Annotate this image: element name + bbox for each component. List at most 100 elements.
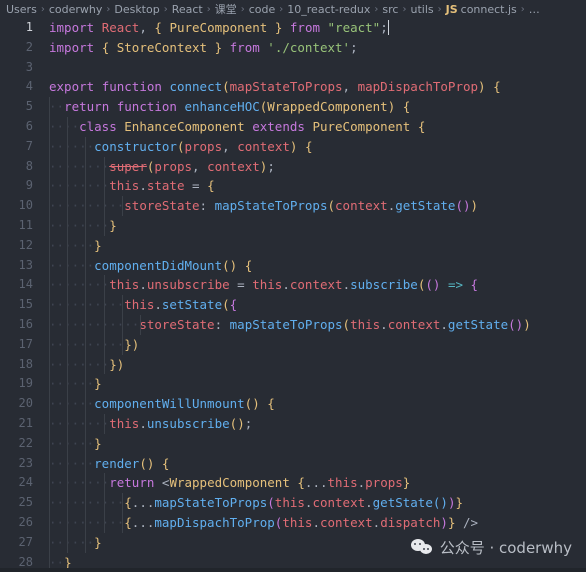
breadcrumb-item-src[interactable]: src — [382, 3, 398, 16]
code-token: ) — [470, 198, 479, 214]
code-line[interactable]: 11 ········} — [0, 215, 586, 236]
code-token: function — [116, 99, 177, 115]
breadcrumb-item-coderwhy[interactable]: coderwhy — [49, 3, 103, 16]
code-line[interactable]: 21 ········this.unsubscribe(); — [0, 413, 586, 434]
code-token: this — [252, 277, 283, 293]
code-token: { — [124, 495, 132, 511]
code-line-content: ············storeState: mapStateToProps(… — [44, 314, 586, 335]
line-number: 16 — [18, 316, 33, 331]
code-line[interactable]: 3 — [0, 58, 586, 78]
breadcrumb-item-code[interactable]: code — [249, 3, 276, 16]
code-token: . — [357, 475, 366, 491]
code-line[interactable]: 19 ······} — [0, 374, 586, 395]
breadcrumb-separator: › — [106, 3, 111, 15]
code-line[interactable]: 16 ············storeState: mapStateToProp… — [0, 314, 586, 335]
line-number: 13 — [18, 257, 33, 272]
code-line[interactable]: 10 ··········storeState: mapStateToProps(… — [0, 196, 586, 216]
code-line[interactable]: 23 ······render() { — [0, 453, 586, 474]
code-token: EnhanceComponent — [124, 118, 245, 134]
code-token: { — [124, 514, 132, 530]
code-token: { — [304, 138, 313, 154]
whitespace-marker: ······ — [49, 435, 95, 451]
breadcrumb-item-utils[interactable]: utils — [410, 3, 433, 16]
code-token: PureComponent — [169, 20, 268, 35]
code-token: enhanceHOC — [184, 99, 260, 115]
code-line[interactable]: 5 ··return function enhanceHOC(WrappedCom… — [0, 97, 586, 117]
line-number: 26 — [18, 514, 33, 529]
breadcrumb-item-users[interactable]: Users — [6, 3, 37, 16]
line-number: 8 — [25, 158, 33, 173]
line-number: 22 — [18, 435, 33, 450]
code-line[interactable]: 15 ··········this.setState({ — [0, 295, 586, 315]
code-token: context — [335, 198, 388, 214]
code-line[interactable]: 2 import { StoreContext } from './context… — [0, 38, 586, 58]
code-line[interactable]: 22 ······} — [0, 433, 586, 454]
watermark: 公众号 · coderwhy — [410, 537, 572, 558]
breadcrumb-separator: › — [240, 3, 245, 15]
code-token: ) — [478, 79, 486, 95]
code-line[interactable]: 25 ··········{...mapStateToProps(this.con… — [0, 493, 586, 513]
breadcrumb-item-10_react-redux[interactable]: 10_react-redux — [287, 3, 370, 16]
code-token: import — [49, 20, 95, 35]
breadcrumb-item-connect-js[interactable]: connect.js — [461, 3, 517, 16]
code-line[interactable]: 13 ······componentDidMount() { — [0, 255, 586, 276]
code-line[interactable]: 24 ········return <WrappedComponent {...t… — [0, 473, 586, 494]
line-number: 27 — [18, 534, 33, 549]
breadcrumb-item--[interactable]: 课堂 — [215, 1, 237, 17]
code-token: . — [154, 297, 162, 313]
code-token: } — [124, 336, 132, 352]
code-line[interactable]: 17 ··········}) — [0, 334, 586, 355]
code-line[interactable]: 6 ····class EnhanceComponent extends Pure… — [0, 116, 586, 137]
code-token: ( — [342, 316, 351, 332]
breadcrumb-item-desktop[interactable]: Desktop — [114, 3, 159, 16]
code-line-content: ········super(props, context); — [44, 156, 586, 177]
code-line[interactable]: 14 ········this.unsubscribe = this.contex… — [0, 275, 586, 296]
code-line[interactable]: 20 ······componentWillUnmount() { — [0, 394, 586, 414]
code-token: ; — [244, 415, 253, 431]
code-line[interactable]: 18 ········}) — [0, 354, 586, 375]
code-token: function — [101, 79, 162, 95]
code-line[interactable]: 4 export function connect(mapStateToProps… — [0, 77, 586, 97]
code-line[interactable]: 1 import React, { PureComponent } from "r… — [0, 18, 586, 38]
code-line-content: import { StoreContext } from './context'… — [44, 38, 586, 58]
whitespace-marker: ·········· — [49, 495, 125, 511]
line-number: 24 — [18, 475, 33, 490]
code-line-content: ······componentDidMount() { — [44, 255, 586, 276]
line-number: 25 — [18, 495, 33, 510]
code-line[interactable]: 26 ··········{...mapDispachToProp(this.co… — [0, 512, 586, 533]
code-token: } — [214, 39, 223, 55]
breadcrumb-separator: › — [437, 3, 442, 15]
code-token: { — [402, 99, 411, 115]
code-token: mapStateToProps — [214, 198, 328, 214]
code-line[interactable]: 7 ······constructor(props, context) { — [0, 136, 586, 157]
code-line[interactable]: 9 ········this.state = { — [0, 176, 586, 197]
whitespace-marker: ······ — [49, 138, 95, 154]
breadcrumb-item-react[interactable]: React — [172, 3, 203, 16]
code-token: from — [229, 39, 260, 55]
code-line[interactable]: 12 ······} — [0, 235, 586, 256]
code-line[interactable]: 8 ········super(props, context); — [0, 156, 586, 177]
code-editor[interactable]: 1 import React, { PureComponent } from "r… — [0, 18, 586, 572]
code-token: => — [447, 277, 464, 293]
breadcrumb-item--[interactable]: … — [529, 3, 540, 16]
breadcrumb[interactable]: Users › coderwhy › Desktop › React › 课堂 › code › 10_… — [0, 0, 586, 18]
code-token: ; — [267, 158, 275, 174]
breadcrumb-separator: › — [520, 3, 525, 15]
whitespace-marker: ···· — [49, 118, 80, 134]
code-token: componentDidMount — [94, 257, 223, 273]
code-token: . — [312, 514, 320, 530]
whitespace-marker: ············ — [49, 316, 140, 332]
code-token: ( — [267, 495, 275, 511]
code-token: storeState — [124, 198, 200, 214]
line-number: 2 — [25, 39, 33, 54]
code-token: super — [109, 158, 147, 174]
code-token: mapDispachToProp — [357, 79, 479, 95]
